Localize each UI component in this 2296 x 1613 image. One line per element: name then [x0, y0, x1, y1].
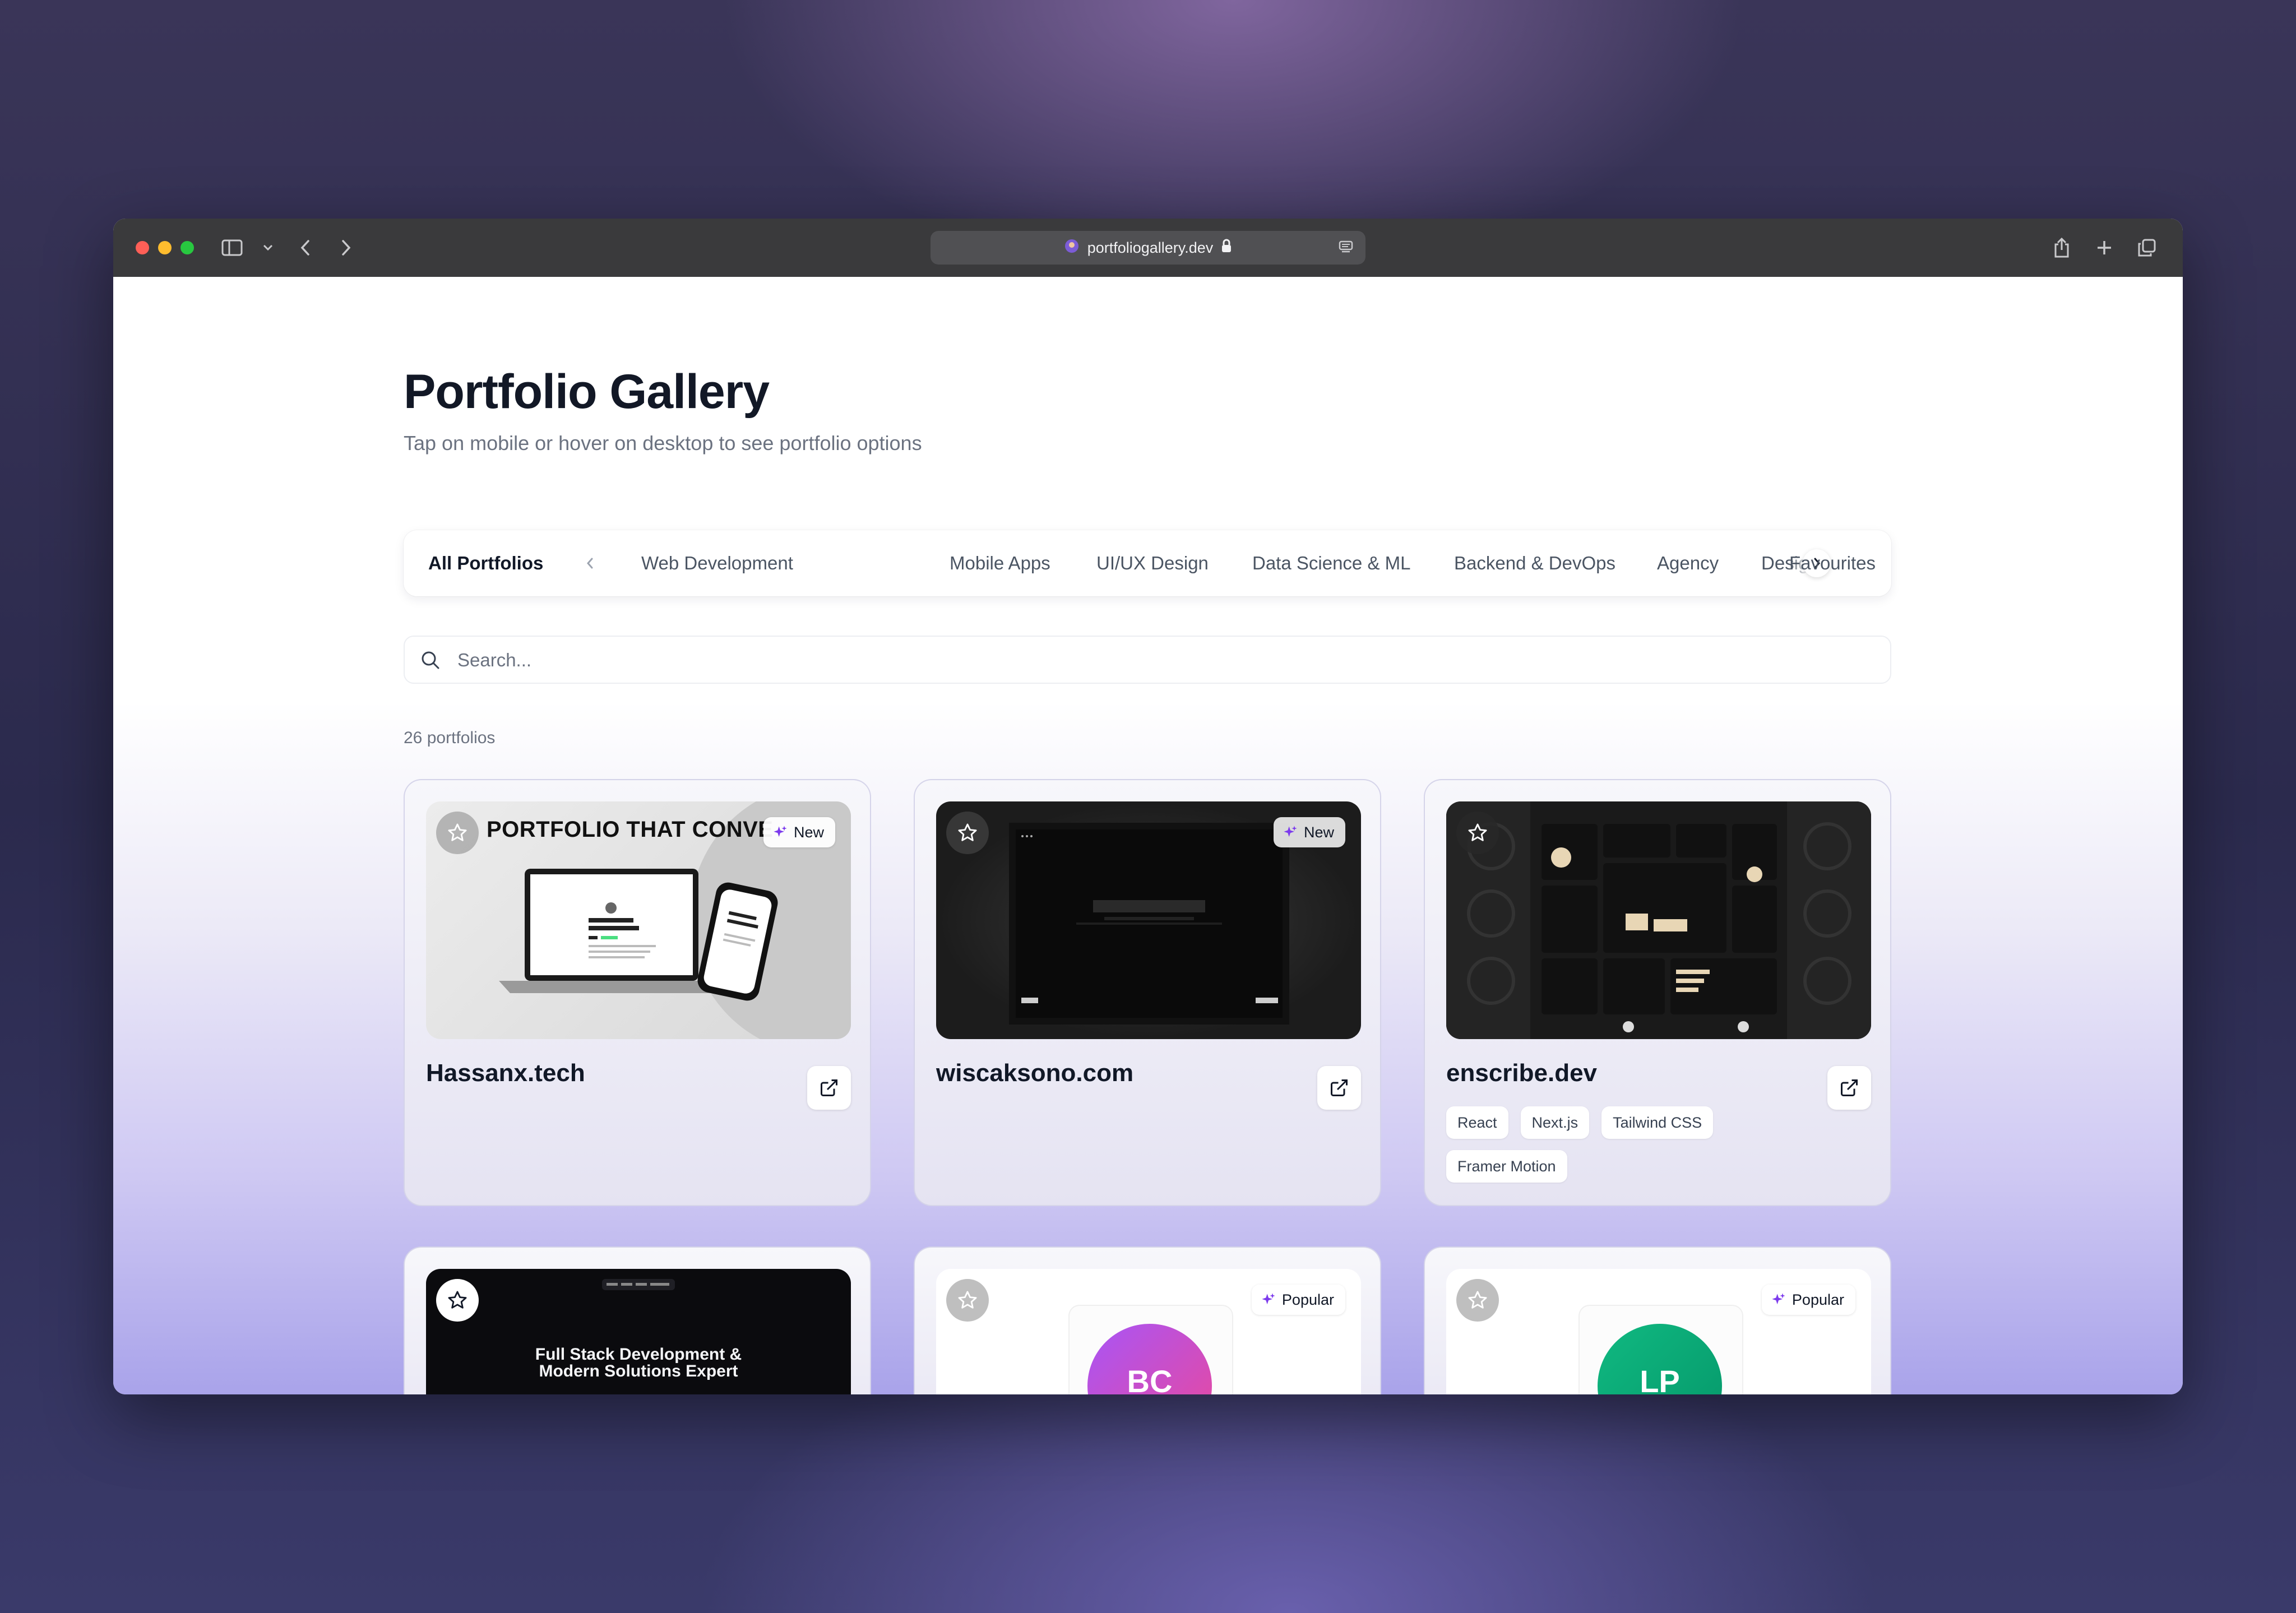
thumbnail-headline: Full Stack Development & Modern Solution… [426, 1346, 851, 1380]
sparkle-icon [1284, 826, 1297, 837]
portfolio-count: 26 portfolios [404, 729, 496, 747]
share-icon[interactable] [2050, 235, 2073, 260]
search-input[interactable] [456, 637, 1860, 684]
open-external-button[interactable] [807, 1066, 851, 1110]
tag: Framer Motion [1446, 1150, 1567, 1183]
category-tabs: All Portfolios Web Development Mobile Ap… [404, 530, 1891, 596]
chevron-left-icon [587, 558, 593, 569]
star-icon [958, 1291, 977, 1309]
reader-icon[interactable] [1337, 239, 1354, 256]
favourite-button[interactable] [1456, 1279, 1499, 1322]
tab-favourites[interactable]: Favourites [1777, 530, 1876, 596]
page-title: Portfolio Gallery [404, 365, 770, 419]
portfolio-title: Hassanx.tech [426, 1059, 585, 1087]
portfolio-card[interactable]: PORTFOLIO THAT CONVE New Hassanx.tech [404, 779, 871, 1206]
external-link-icon [821, 1079, 837, 1096]
portfolio-thumbnail: New [936, 801, 1361, 1039]
badge-label: New [1303, 823, 1334, 841]
external-link-icon [1331, 1079, 1348, 1096]
tag: Tailwind CSS [1601, 1106, 1714, 1139]
tab-agency[interactable]: Agency [1657, 530, 1719, 596]
maximize-window-button[interactable] [180, 241, 194, 254]
avatar-initials: BC [1127, 1364, 1173, 1394]
tag: Next.js [1520, 1106, 1590, 1139]
tag: React [1446, 1106, 1508, 1139]
thumbnail-headline: PORTFOLIO THAT CONVE [487, 817, 774, 842]
portfolio-card[interactable]: Full Stack Development & Modern Solution… [404, 1246, 871, 1394]
thumbnail-headline-line-2: Modern Solutions Expert [539, 1362, 738, 1380]
star-icon [958, 823, 977, 841]
minimize-window-button[interactable] [158, 241, 172, 254]
bento-site-mockup [1446, 801, 1871, 1039]
tab-web-development[interactable]: Web Development [641, 530, 793, 596]
portfolio-thumbnail: Full Stack Development & Modern Solution… [426, 1269, 851, 1394]
avatar-initials: LP [1640, 1364, 1680, 1394]
tabs-scroll-left-button[interactable] [576, 549, 604, 577]
thumbnail-headline-line-1: Full Stack Development & [535, 1345, 742, 1364]
page-subtitle: Tap on mobile or hover on desktop to see… [404, 432, 922, 455]
sidebar-toggle-icon[interactable] [221, 238, 243, 258]
open-external-button[interactable] [1317, 1066, 1361, 1110]
star-icon [1468, 823, 1487, 841]
portfolio-card[interactable]: BC Popular [914, 1246, 1381, 1394]
badge-label: Popular [1281, 1291, 1334, 1308]
favourite-button[interactable] [1456, 812, 1499, 854]
search-box [404, 636, 1891, 684]
sparkle-icon [1772, 1293, 1785, 1305]
tab-backend-devops[interactable]: Backend & DevOps [1454, 530, 1615, 596]
lock-icon [1221, 239, 1232, 257]
favourite-button[interactable] [946, 1279, 989, 1322]
new-tab-icon[interactable] [2094, 238, 2114, 258]
badge-label: New [793, 823, 824, 841]
sparkle-icon [774, 826, 787, 837]
tab-all-portfolios[interactable]: All Portfolios [428, 530, 543, 596]
new-badge: New [763, 817, 835, 847]
portfolio-title: enscribe.dev [1446, 1059, 1598, 1087]
tab-overview-icon[interactable] [2136, 237, 2158, 259]
external-link-icon [1841, 1079, 1858, 1096]
portfolio-card[interactable]: LP Popular [1424, 1246, 1891, 1394]
search-icon [420, 650, 441, 673]
portfolio-title: wiscaksono.com [936, 1059, 1134, 1087]
portfolio-card[interactable]: enscribe.dev React Next.js Tailwind CSS … [1424, 779, 1891, 1206]
close-window-button[interactable] [136, 241, 149, 254]
star-icon [448, 823, 467, 841]
browser-window: portfoliogallery.dev Portfolio Gallery T… [113, 219, 2183, 1394]
site-favicon-icon [1064, 238, 1080, 258]
popular-badge: Popular [1761, 1285, 1855, 1315]
chevron-down-icon[interactable] [261, 241, 275, 254]
back-icon[interactable] [297, 238, 314, 258]
portfolio-thumbnail: LP Popular [1446, 1269, 1871, 1394]
portfolio-card[interactable]: New wiscaksono.com [914, 779, 1381, 1206]
favourite-button[interactable] [436, 1279, 479, 1322]
url-text: portfoliogallery.dev [1087, 239, 1214, 256]
tab-mobile-apps[interactable]: Mobile Apps [950, 530, 1050, 596]
portfolio-thumbnail: PORTFOLIO THAT CONVE New [426, 801, 851, 1039]
favourite-button[interactable] [946, 812, 989, 854]
forward-icon[interactable] [337, 238, 354, 258]
favourite-button[interactable] [436, 812, 479, 854]
tech-tags: React Next.js Tailwind CSS Framer Motion [1446, 1106, 1839, 1183]
badge-label: Popular [1792, 1291, 1844, 1308]
star-icon [1468, 1291, 1487, 1309]
address-bar[interactable]: portfoliogallery.dev [931, 231, 1365, 265]
tab-data-science-ml[interactable]: Data Science & ML [1252, 530, 1410, 596]
portfolio-thumbnail [1446, 801, 1871, 1039]
open-external-button[interactable] [1827, 1066, 1871, 1110]
tab-ui-ux-design[interactable]: UI/UX Design [1096, 530, 1209, 596]
sparkle-icon [1262, 1293, 1275, 1305]
popular-badge: Popular [1251, 1285, 1345, 1315]
new-badge: New [1273, 817, 1345, 847]
page-content: Portfolio Gallery Tap on mobile or hover… [113, 277, 2183, 1394]
star-icon [448, 1291, 467, 1309]
browser-toolbar: portfoliogallery.dev [113, 219, 2183, 277]
portfolio-thumbnail: BC Popular [936, 1269, 1361, 1394]
